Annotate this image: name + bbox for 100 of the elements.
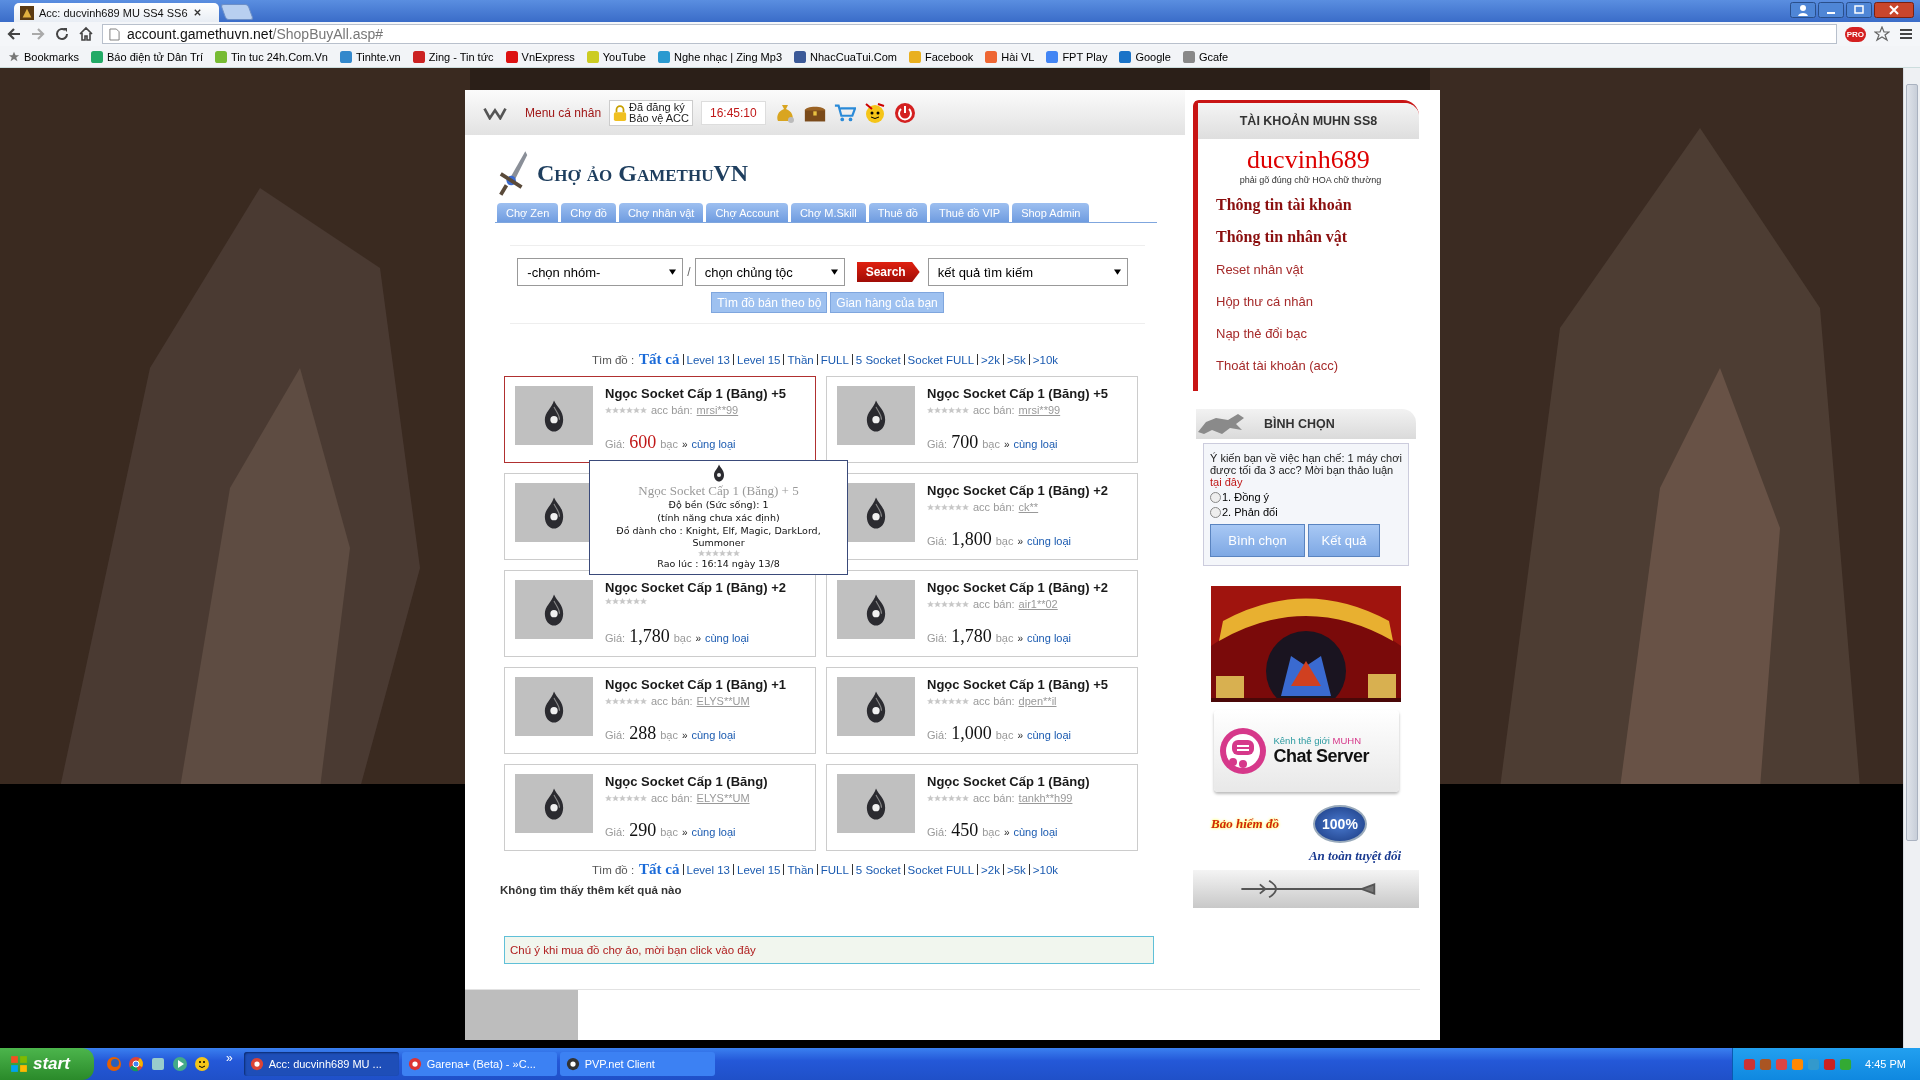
filter-link[interactable]: Socket FULL xyxy=(907,354,975,366)
app-icon[interactable] xyxy=(150,1056,166,1072)
close-icon[interactable] xyxy=(192,8,202,17)
extension-badge[interactable]: PRO xyxy=(1844,26,1866,42)
account-link[interactable]: Thông tin tài khoản xyxy=(1216,189,1352,221)
more-button[interactable]: » xyxy=(226,1051,233,1065)
item-card[interactable]: Ngọc Socket Cấp 1 (Băng) +5 acc bán: mrsi**99 Giá: 600 bạc » cùng loại xyxy=(504,376,816,463)
minimize-icon[interactable] xyxy=(1818,2,1844,18)
bookmark[interactable]: Báo điện tử Dân Trí xyxy=(91,50,204,63)
group-select[interactable]: -chọn nhóm- xyxy=(517,258,684,286)
power-icon[interactable] xyxy=(893,101,916,124)
personal-menu-link[interactable]: Menu cá nhân xyxy=(525,105,602,120)
account-link[interactable]: Thông tin nhân vật xyxy=(1216,221,1348,253)
taskbar-task[interactable]: Acc: ducvinh689 MU ... xyxy=(243,1052,399,1076)
filter-link[interactable]: Level 15 xyxy=(737,354,781,366)
filter-link[interactable]: Tất cả xyxy=(639,861,680,878)
account-link[interactable]: Thoát tài khoản (acc) xyxy=(1216,349,1339,381)
price: 1,800 xyxy=(951,529,992,550)
bookmark[interactable]: YouTube xyxy=(586,50,646,63)
close-icon[interactable] xyxy=(1874,2,1914,18)
home-icon[interactable] xyxy=(78,26,94,42)
bookmark[interactable]: Bookmarks xyxy=(8,50,80,63)
radio-button[interactable] xyxy=(1210,506,1221,518)
same-type-link[interactable]: cùng loại xyxy=(1013,826,1058,838)
reload-icon[interactable] xyxy=(54,26,70,42)
maximize-icon[interactable] xyxy=(1846,2,1872,18)
filter-link[interactable]: Level 15 xyxy=(737,864,781,876)
filter-link[interactable]: >10k xyxy=(1032,864,1059,876)
logo-icon[interactable] xyxy=(483,105,507,120)
address-field[interactable]: account.gamethuvn.net/ShopBuyAll.asp# xyxy=(102,24,1837,44)
bookmark[interactable]: NhacCuaTui.Com xyxy=(794,50,898,63)
browser-tab[interactable]: Acc: ducvinh689 MU SS4 SS6 xyxy=(14,3,219,22)
bookmark[interactable]: Tin tuc 24h.Com.Vn xyxy=(215,50,328,63)
results-select[interactable]: kết quả tìm kiếm xyxy=(927,258,1128,286)
filter-link[interactable]: Thần xyxy=(787,354,814,366)
price: 450 xyxy=(951,820,979,841)
filter-link[interactable]: Thần xyxy=(787,864,814,876)
user-icon[interactable] xyxy=(1790,2,1816,18)
item-card[interactable]: Ngọc Socket Cấp 1 (Băng) +5 acc bán: dpen**il Giá: 1,000 bạc » cùng loại xyxy=(826,667,1138,754)
filter-link[interactable]: Level 13 xyxy=(686,354,730,366)
account-link[interactable]: Nạp thẻ đổi bạc xyxy=(1216,317,1308,349)
account-link[interactable]: Hộp thư cá nhân xyxy=(1216,285,1313,317)
filter-link[interactable]: FULL xyxy=(820,864,849,876)
item-card[interactable]: Ngọc Socket Cấp 1 (Băng) acc bán: ELYS**UM Giá: 290 bạc » cùng loại xyxy=(504,764,816,851)
taskbar-task[interactable]: Garena+ (Beta) - »C... xyxy=(401,1052,557,1076)
bookmark[interactable]: FPT Play xyxy=(1046,50,1108,63)
item-card[interactable]: Ngọc Socket Cấp 1 (Băng) acc bán: tankh**h99 Giá: 450 bạc » cùng loại xyxy=(826,764,1138,851)
filter-link[interactable]: Socket FULL xyxy=(907,864,975,876)
race-select[interactable]: chọn chủng tộc xyxy=(694,258,845,286)
search-button[interactable]: Search xyxy=(856,262,920,282)
filter-link[interactable]: >10k xyxy=(1032,354,1059,366)
same-type-link[interactable]: cùng loại xyxy=(1027,632,1072,644)
item-card[interactable]: Ngọc Socket Cấp 1 (Băng) +1 acc bán: ELYS**UM Giá: 288 bạc » cùng loại xyxy=(504,667,816,754)
menu-icon[interactable] xyxy=(1898,26,1914,42)
same-type-link[interactable]: cùng loại xyxy=(691,826,736,838)
bookmark[interactable]: VnExpress xyxy=(505,50,575,63)
filter-link[interactable]: 5 Socket xyxy=(855,864,901,876)
item-card[interactable]: Ngọc Socket Cấp 1 (Băng) +2 acc bán: air1**02 Giá: 1,780 bạc » cùng loại xyxy=(826,570,1138,657)
same-type-link[interactable]: cùng loại xyxy=(1027,535,1072,547)
media-icon[interactable] xyxy=(172,1056,188,1072)
bookmark[interactable]: Nghe nhạc | Zing Mp3 xyxy=(658,50,782,63)
arrow: » xyxy=(1017,536,1023,547)
same-type-link[interactable]: cùng loại xyxy=(1027,729,1072,741)
bookmark[interactable]: Google xyxy=(1119,50,1171,63)
same-type-link[interactable]: cùng loại xyxy=(691,729,736,741)
item-card[interactable]: Ngọc Socket Cấp 1 (Băng) +2 Giá: 1,780 bạc » cùng loại xyxy=(504,570,816,657)
radio-button[interactable] xyxy=(1210,491,1221,503)
bookmark[interactable]: Gcafe xyxy=(1182,50,1229,63)
chrome-icon[interactable] xyxy=(128,1056,144,1072)
bookmark[interactable]: Facebook xyxy=(909,50,974,63)
filter-link[interactable]: FULL xyxy=(820,354,849,366)
filter-link[interactable]: 5 Socket xyxy=(855,354,901,366)
protection-badge[interactable]: Đã đăng ký Bảo vệ ACC xyxy=(609,99,693,126)
new-tab-button[interactable] xyxy=(220,4,254,20)
account-link[interactable]: Reset nhân vật xyxy=(1216,253,1304,285)
star-icon[interactable] xyxy=(1874,26,1890,42)
price-label: Giá: xyxy=(605,826,626,838)
bookmark[interactable]: Zing - Tin tức xyxy=(412,50,494,63)
smiley-icon[interactable] xyxy=(863,101,886,124)
notice-link[interactable]: Chú ý khi mua đồ chợ ảo, mời bạn click vào đây xyxy=(504,936,1154,964)
same-type-link[interactable]: cùng loại xyxy=(705,632,750,644)
discuss-link[interactable]: tại đây xyxy=(1210,476,1243,488)
smiley-icon[interactable] xyxy=(194,1056,210,1072)
back-icon[interactable] xyxy=(6,26,22,42)
filter-link[interactable]: >2k xyxy=(981,354,1000,366)
same-type-link[interactable]: cùng loại xyxy=(1013,438,1058,450)
site-icon xyxy=(658,50,670,63)
scrollbar[interactable] xyxy=(1906,84,1918,841)
bookmark[interactable]: Tinhte.vn xyxy=(339,50,401,63)
bookmark[interactable]: Hài VL xyxy=(985,50,1035,63)
same-type-link[interactable]: cùng loại xyxy=(691,438,736,450)
filter-link[interactable]: >5k xyxy=(1006,354,1026,366)
filter-link[interactable]: >2k xyxy=(981,864,1000,876)
filter-link[interactable]: Tất cả xyxy=(639,351,680,368)
item-card[interactable]: Ngọc Socket Cấp 1 (Băng) +5 acc bán: mrsi**99 Giá: 700 bạc » cùng loại xyxy=(826,376,1138,463)
filter-link[interactable]: Level 13 xyxy=(686,864,730,876)
taskbar-task[interactable]: PVP.net Client xyxy=(559,1052,715,1076)
chat-banner[interactable]: Kênh thế giới MUHN Chat Server xyxy=(1213,710,1399,792)
filter-link[interactable]: >5k xyxy=(1006,864,1026,876)
posted-time: Rao lúc : 16:14 ngày 13/8 xyxy=(657,558,780,570)
